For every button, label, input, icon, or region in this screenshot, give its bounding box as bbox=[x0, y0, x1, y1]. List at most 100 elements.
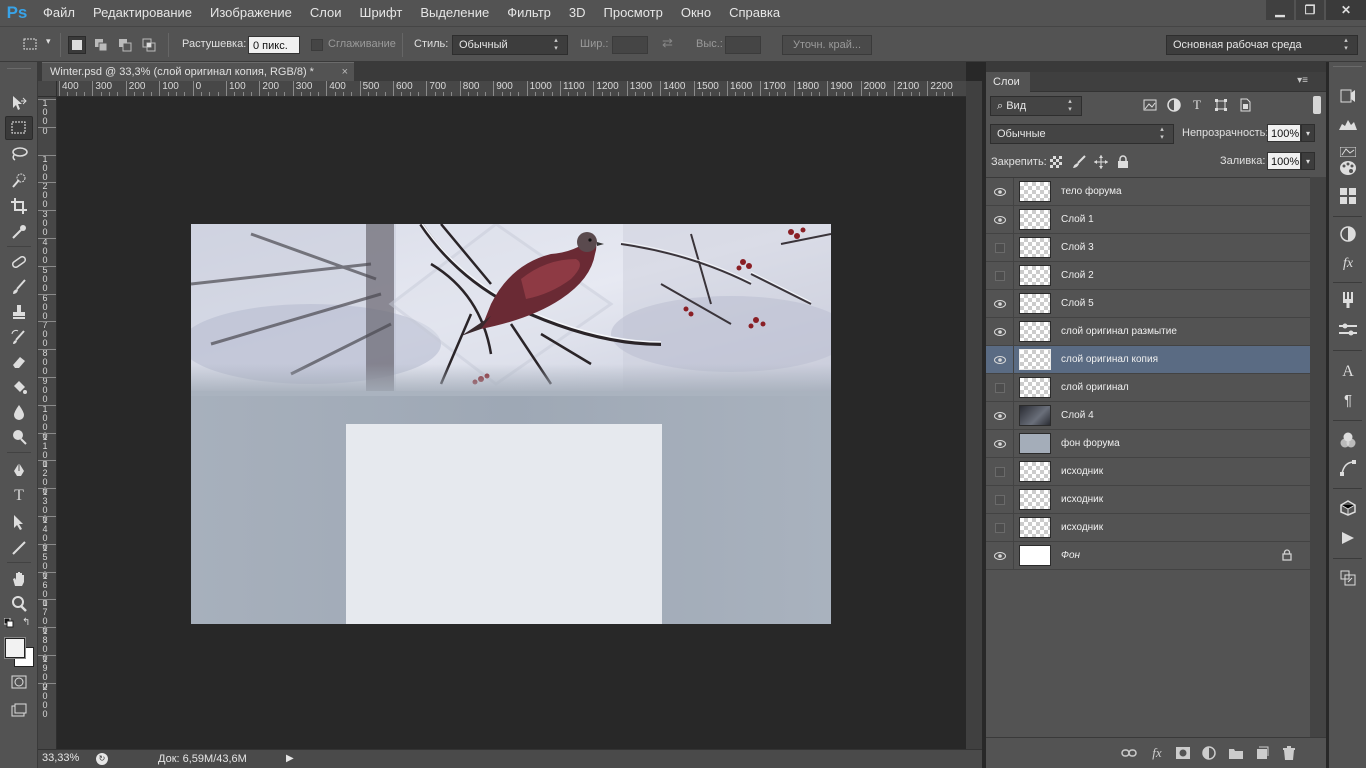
fill-input[interactable]: 100% bbox=[1267, 152, 1301, 170]
hand-tool-icon[interactable] bbox=[5, 567, 33, 591]
adjustments-panel-icon[interactable] bbox=[1337, 224, 1359, 244]
swap-dimensions-icon[interactable]: ⇄ bbox=[662, 35, 673, 51]
close-document-icon[interactable]: × bbox=[342, 63, 348, 82]
opacity-input[interactable]: 100% bbox=[1267, 124, 1301, 142]
foreground-color-swatch[interactable] bbox=[4, 637, 26, 659]
panel-menu-icon[interactable]: ▾≡ bbox=[1297, 75, 1308, 86]
lock-all-icon[interactable] bbox=[1115, 154, 1131, 170]
menu-item[interactable]: Просмотр bbox=[595, 0, 672, 26]
visibility-eye-icon[interactable] bbox=[986, 346, 1014, 373]
layer-name[interactable]: Слой 5 bbox=[1061, 298, 1094, 309]
lasso-tool-icon[interactable] bbox=[5, 142, 33, 166]
type-tool-icon[interactable]: T bbox=[5, 484, 33, 508]
layer-thumbnail[interactable] bbox=[1019, 321, 1051, 342]
layer-list-scrollbar[interactable] bbox=[1310, 177, 1326, 737]
rectangular-marquee-tool-icon[interactable] bbox=[5, 116, 33, 140]
lock-position-icon[interactable] bbox=[1093, 154, 1109, 170]
lock-pixels-brush-icon[interactable] bbox=[1071, 154, 1087, 170]
new-layer-icon[interactable] bbox=[1254, 745, 1270, 761]
status-info-icon[interactable]: ↻ bbox=[96, 753, 108, 765]
filter-type-icon[interactable]: T bbox=[1189, 97, 1205, 113]
quick-mask-icon[interactable] bbox=[5, 670, 33, 694]
layer-row[interactable]: слой оригинал bbox=[986, 374, 1310, 402]
swatches-panel-icon[interactable] bbox=[1337, 186, 1359, 206]
layer-thumbnail[interactable] bbox=[1019, 517, 1051, 538]
layer-thumbnail[interactable] bbox=[1019, 545, 1051, 566]
document-canvas[interactable] bbox=[191, 224, 831, 624]
layer-name[interactable]: слой оригинал копия bbox=[1061, 354, 1158, 365]
menu-item[interactable]: Слои bbox=[301, 0, 351, 26]
style-select[interactable]: Обычный bbox=[452, 35, 568, 55]
layer-name[interactable]: тело форума bbox=[1061, 186, 1122, 197]
swap-colors-icon[interactable]: ↰ bbox=[22, 617, 30, 628]
zoom-level-field[interactable]: 33,33% bbox=[42, 752, 79, 764]
layer-row[interactable]: Слой 2 bbox=[986, 262, 1310, 290]
canvas-area[interactable] bbox=[57, 97, 966, 749]
height-input[interactable] bbox=[725, 36, 761, 54]
layer-comps-panel-icon[interactable] bbox=[1337, 568, 1359, 588]
layer-row[interactable]: исходник bbox=[986, 486, 1310, 514]
menu-item[interactable]: 3D bbox=[560, 0, 595, 26]
visibility-eye-icon[interactable] bbox=[986, 178, 1014, 205]
default-colors-icon[interactable] bbox=[3, 617, 14, 628]
visibility-toggle[interactable] bbox=[986, 514, 1014, 541]
paint-bucket-tool-icon[interactable] bbox=[5, 375, 33, 399]
menu-item[interactable]: Выделение bbox=[411, 0, 498, 26]
intersect-selection-icon[interactable] bbox=[140, 36, 158, 54]
layer-thumbnail[interactable] bbox=[1019, 349, 1051, 370]
close-button[interactable]: ✕ bbox=[1326, 0, 1366, 20]
preset-dropdown-icon[interactable]: ▾ bbox=[46, 36, 51, 47]
horizontal-ruler[interactable]: 400 300 200 100 0 100 200 300 400 500 600 700 800 900… bbox=[57, 81, 966, 97]
antialias-checkbox[interactable] bbox=[311, 39, 323, 51]
layer-thumbnail[interactable] bbox=[1019, 377, 1051, 398]
zoom-tool-icon[interactable] bbox=[5, 592, 33, 616]
fill-dropdown-icon[interactable]: ▾ bbox=[1301, 152, 1315, 170]
panel-header[interactable] bbox=[986, 62, 1326, 72]
move-tool-icon[interactable] bbox=[5, 91, 33, 115]
layer-style-fx-icon[interactable]: fx bbox=[1149, 745, 1165, 761]
quick-selection-tool-icon[interactable] bbox=[5, 168, 33, 192]
filter-adjustment-icon[interactable] bbox=[1166, 97, 1182, 113]
menu-item[interactable]: Фильтр bbox=[498, 0, 560, 26]
eraser-tool-icon[interactable] bbox=[5, 350, 33, 374]
width-input[interactable] bbox=[612, 36, 648, 54]
paths-panel-icon[interactable] bbox=[1337, 458, 1359, 478]
new-selection-icon[interactable] bbox=[68, 36, 86, 54]
visibility-eye-icon[interactable] bbox=[986, 206, 1014, 233]
layer-row[interactable]: Слой 4 bbox=[986, 402, 1310, 430]
styles-fx-panel-icon[interactable]: fx bbox=[1337, 254, 1359, 274]
timeline-play-icon[interactable] bbox=[1337, 528, 1359, 548]
histogram-panel-icon[interactable] bbox=[1337, 114, 1359, 134]
workspace-select[interactable]: Основная рабочая среда bbox=[1166, 35, 1358, 55]
brush-presets-panel-icon[interactable] bbox=[1337, 290, 1359, 310]
menu-item[interactable]: Окно bbox=[672, 0, 720, 26]
layer-name[interactable]: исходник bbox=[1061, 522, 1103, 533]
visibility-toggle[interactable] bbox=[986, 262, 1014, 289]
layer-row[interactable]: исходник bbox=[986, 458, 1310, 486]
color-palette-icon[interactable] bbox=[1337, 158, 1359, 178]
menu-item[interactable]: Шрифт bbox=[351, 0, 412, 26]
visibility-eye-icon[interactable] bbox=[986, 542, 1014, 569]
visibility-toggle[interactable] bbox=[986, 486, 1014, 513]
new-adjustment-layer-icon[interactable] bbox=[1201, 745, 1217, 761]
layer-name[interactable]: исходник bbox=[1061, 466, 1103, 477]
layer-name[interactable]: Слой 2 bbox=[1061, 270, 1094, 281]
link-layers-icon[interactable] bbox=[1121, 745, 1137, 761]
opacity-dropdown-icon[interactable]: ▾ bbox=[1301, 124, 1315, 142]
menu-item[interactable]: Файл bbox=[34, 0, 84, 26]
visibility-eye-icon[interactable] bbox=[986, 318, 1014, 345]
layer-row[interactable]: слой оригинал копия bbox=[986, 346, 1310, 374]
filter-kind-select[interactable]: ⌕ Вид bbox=[990, 96, 1082, 116]
history-brush-tool-icon[interactable] bbox=[5, 325, 33, 349]
layer-name[interactable]: исходник bbox=[1061, 494, 1103, 505]
layer-thumbnail[interactable] bbox=[1019, 181, 1051, 202]
layer-name[interactable]: Слой 3 bbox=[1061, 242, 1094, 253]
line-tool-icon[interactable] bbox=[5, 536, 33, 560]
delete-layer-trash-icon[interactable] bbox=[1281, 745, 1297, 761]
canvas-vertical-scrollbar[interactable] bbox=[966, 81, 982, 749]
screen-mode-icon[interactable] bbox=[5, 698, 33, 722]
new-group-folder-icon[interactable] bbox=[1228, 745, 1244, 761]
layer-name[interactable]: слой оригинал bbox=[1061, 382, 1129, 393]
layer-thumbnail[interactable] bbox=[1019, 237, 1051, 258]
3d-panel-icon[interactable] bbox=[1337, 498, 1359, 518]
